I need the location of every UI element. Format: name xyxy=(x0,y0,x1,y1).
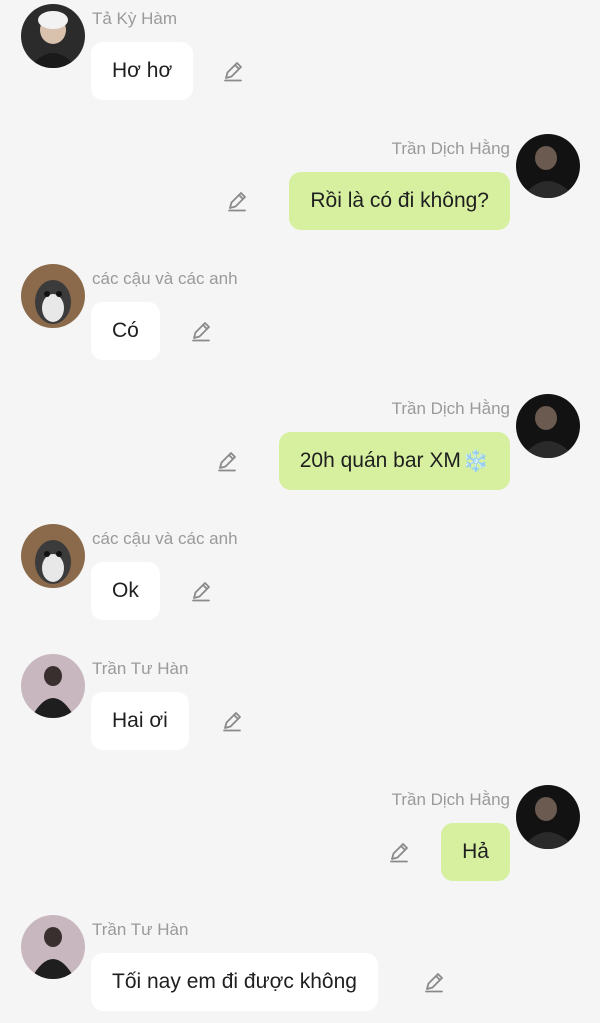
message-text: Ok xyxy=(112,579,139,602)
message-bubble[interactable]: Hả xyxy=(441,823,510,881)
sender-name: Trần Dịch Hằng xyxy=(391,139,510,158)
message-bubble[interactable]: Hai ơi xyxy=(91,692,189,750)
pencil-icon[interactable] xyxy=(421,969,447,995)
message-text: Có xyxy=(112,319,139,342)
message-bubble[interactable]: Tối nay em đi được không xyxy=(91,953,378,1011)
pencil-icon[interactable] xyxy=(188,578,214,604)
sender-name: Trần Dịch Hằng xyxy=(391,790,510,809)
sender-name: Trần Tư Hàn xyxy=(92,659,189,678)
sender-name: Trần Dịch Hằng xyxy=(391,399,510,418)
sender-name: Tả Kỳ Hàm xyxy=(92,9,178,28)
pencil-icon[interactable] xyxy=(188,318,214,344)
message-text: Hai ơi xyxy=(112,709,168,732)
message-bubble[interactable]: 20h quán bar XM ❄️ xyxy=(278,432,510,490)
message-text: Tối nay em đi được không xyxy=(112,970,357,993)
avatar[interactable] xyxy=(516,394,580,458)
snowflake-emoji: ❄️ xyxy=(462,448,489,473)
pencil-icon[interactable] xyxy=(386,839,412,865)
pencil-icon[interactable] xyxy=(224,188,250,214)
avatar[interactable] xyxy=(21,4,85,68)
message-text: 20h quán bar XM xyxy=(299,449,461,472)
avatar[interactable] xyxy=(21,264,85,328)
pencil-icon[interactable] xyxy=(219,708,245,734)
message-bubble[interactable]: Rồi là có đi không? xyxy=(289,172,510,230)
sender-name: Trần Tư Hàn xyxy=(92,920,189,939)
avatar[interactable] xyxy=(21,654,85,718)
avatar[interactable] xyxy=(516,785,580,849)
avatar[interactable] xyxy=(516,134,580,198)
avatar[interactable] xyxy=(21,524,85,588)
pencil-icon[interactable] xyxy=(220,58,246,84)
avatar[interactable] xyxy=(21,915,85,979)
sender-name: các cậu và các anh xyxy=(92,529,238,548)
message-bubble[interactable]: Ok xyxy=(91,562,160,620)
message-text: Hơ hơ xyxy=(112,59,173,82)
message-text: Hả xyxy=(462,840,489,863)
message-text: Rồi là có đi không? xyxy=(310,189,489,212)
pencil-icon[interactable] xyxy=(214,448,240,474)
message-bubble[interactable]: Hơ hơ xyxy=(91,42,194,100)
message-bubble[interactable]: Có xyxy=(91,302,160,360)
sender-name: các cậu và các anh xyxy=(92,269,238,288)
